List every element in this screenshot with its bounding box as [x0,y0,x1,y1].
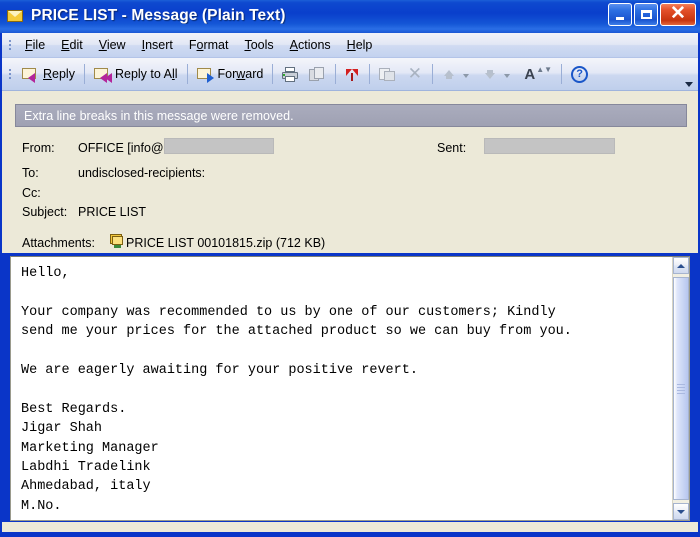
toolbar-overflow-icon [685,82,693,87]
scroll-thumb-grip [677,383,685,394]
subject-value: PRICE LIST [78,205,147,219]
message-body-panel[interactable]: Hello, Your company was recommended to u… [10,256,690,521]
toolbar-separator [186,64,188,84]
move-to-folder-icon [379,67,396,82]
status-bar [2,522,698,532]
scroll-up-button[interactable] [673,257,689,274]
toolbar-separator [561,64,563,84]
message-toolbar: Reply Reply to All Forward ✕ A ▲▼ ? [2,58,698,91]
menu-item-insert[interactable]: Insert [134,37,181,54]
flag-icon [345,67,360,82]
chevron-down-icon[interactable] [463,73,470,78]
cc-label: Cc: [22,186,41,200]
reply-all-button[interactable]: Reply to All [89,64,183,85]
body-vertical-scrollbar[interactable] [672,257,689,520]
help-icon: ? [571,65,589,83]
toolbar-separator [272,64,274,84]
toolbar-drag-handle[interactable] [5,66,14,82]
menu-item-help[interactable]: Help [339,37,381,54]
from-value: OFFICE [info@l [78,141,167,155]
from-redaction [164,138,274,154]
window-frame-bottom [0,532,700,537]
menu-item-view[interactable]: View [91,37,134,54]
sent-label: Sent: [437,141,467,155]
menu-item-actions[interactable]: Actions [282,37,339,54]
move-to-folder-button[interactable] [374,64,401,85]
close-button[interactable]: ✕ [660,3,696,26]
toolbar-separator [369,64,371,84]
reply-button[interactable]: Reply [17,64,80,85]
menu-drag-handle[interactable] [5,37,14,53]
reply-all-icon [93,67,112,83]
info-bar[interactable]: Extra line breaks in this message were r… [15,104,687,127]
previous-item-icon [442,67,457,82]
menu-item-format[interactable]: Format [181,37,237,54]
reply-all-label: Reply to All [114,66,178,81]
copy-icon [309,66,326,82]
flag-button[interactable] [340,64,365,85]
print-icon [282,66,299,82]
menu-item-edit[interactable]: Edit [53,37,91,54]
scroll-thumb[interactable] [673,277,689,500]
from-label: From: [22,141,55,155]
chevron-down-icon[interactable] [504,73,511,78]
toolbar-separator [83,64,85,84]
zip-file-icon [110,234,124,248]
menu-item-tools[interactable]: Tools [236,37,281,54]
subject-label: Subject: [22,205,68,219]
close-icon: ✕ [670,3,686,24]
next-item-icon [483,67,498,82]
info-bar-text: Extra line breaks in this message were r… [24,108,294,123]
attachment-name[interactable]: PRICE LIST 00101815.zip (712 KB) [126,237,325,250]
scroll-down-icon [677,509,685,514]
delete-button[interactable]: ✕ [401,64,428,85]
scroll-down-button[interactable] [673,503,689,520]
next-item-button[interactable] [478,64,519,85]
caption-buttons: ✕ [608,3,696,26]
forward-label: Forward [217,66,264,81]
to-label: To: [22,166,39,180]
reply-icon [22,67,39,83]
previous-item-button[interactable] [437,64,478,85]
minimize-icon [616,17,624,20]
menu-bar: FFileile Edit View Insert Format Tools A… [2,33,698,58]
window-title: PRICE LIST - Message (Plain Text) [31,8,286,24]
maximize-icon [640,10,652,19]
outlook-message-window: PRICE LIST - Message (Plain Text) ✕ FFil… [0,0,700,537]
sent-redaction [484,138,615,154]
toolbar-separator [432,64,434,84]
title-bar[interactable]: PRICE LIST - Message (Plain Text) ✕ [0,0,700,33]
message-body-text: Hello, Your company was recommended to u… [21,266,572,514]
attachments-label: Attachments: [22,236,95,250]
font-size-icon: A ▲▼ [524,64,553,83]
maximize-button[interactable] [634,3,658,26]
to-value: undisclosed-recipients: [78,166,206,180]
copy-button[interactable] [304,64,331,85]
menu-item-file[interactable]: FFileile [17,37,53,54]
print-button[interactable] [277,64,304,85]
toolbar-overflow-button[interactable] [683,67,695,87]
delete-x-icon: ✕ [407,63,422,83]
help-button[interactable]: ? [566,63,593,86]
reply-label: Reply [43,66,75,81]
forward-button[interactable]: Forward [192,64,269,85]
envelope-icon [7,9,24,24]
scroll-up-icon [677,263,685,268]
minimize-button[interactable] [608,3,632,26]
toolbar-separator [335,64,337,84]
forward-icon [196,67,214,83]
font-size-button[interactable]: A ▲▼ [519,64,557,85]
